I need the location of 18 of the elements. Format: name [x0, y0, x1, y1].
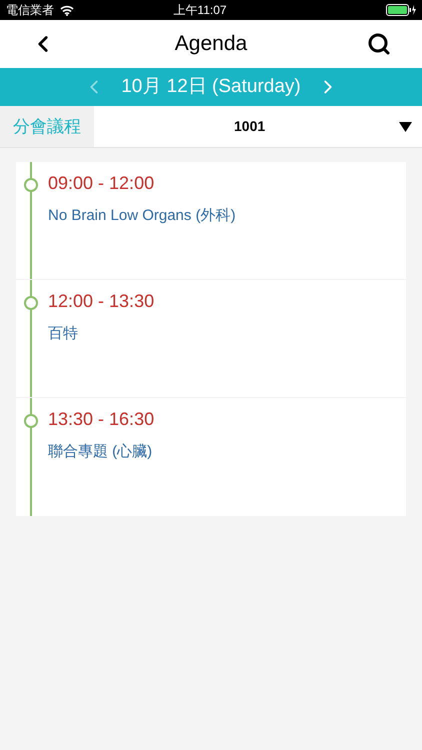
page-title: Agenda: [174, 31, 248, 58]
clock: 上午11:07: [172, 2, 228, 19]
wifi-icon: [60, 4, 74, 16]
session-time: 12:00 - 13:30: [48, 290, 154, 313]
carrier-name: 電信業者: [6, 2, 54, 19]
room-dropdown[interactable]: 1001: [94, 106, 422, 147]
session-title: 百特: [48, 324, 79, 344]
filter-label: 分會議程: [0, 106, 94, 147]
session-item[interactable]: 12:00 - 13:30 百特: [16, 280, 406, 398]
session-time: 09:00 - 12:00: [48, 172, 156, 195]
battery-icon: [386, 4, 416, 16]
date-label: 10月 12日 (Saturday): [121, 74, 301, 99]
caret-icon: [399, 122, 412, 132]
session-time: 13:30 - 16:30: [48, 408, 154, 431]
session-title: 聯合專題 (心臟): [48, 442, 154, 462]
session-title: No Brain Low Organs (外科): [48, 206, 236, 226]
search-icon: [367, 32, 391, 56]
session-item[interactable]: 09:00 - 12:00 No Brain Low Organs (外科): [16, 162, 406, 280]
